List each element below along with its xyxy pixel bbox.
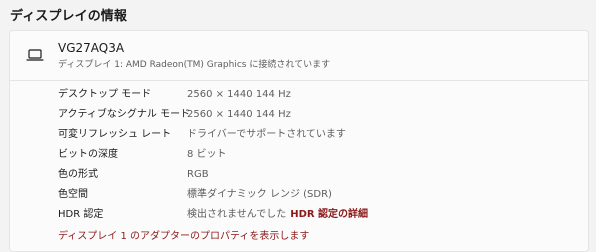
row-label: アクティブなシグナル モード xyxy=(58,109,191,120)
adapter-properties-link[interactable]: ディスプレイ 1 のアダプターのプロパティを表示します xyxy=(58,227,309,242)
monitor-header: VG27AQ3A ディスプレイ 1: AMD Radeon(TM) Graphi… xyxy=(10,31,588,81)
row-color-space: 色空間 標準ダイナミック レンジ (SDR) xyxy=(10,185,588,205)
hdr-status-text: 検出されませんでした xyxy=(187,209,287,220)
row-bit-depth: ビットの深度 8 ビット xyxy=(10,145,588,165)
row-value: ドライバーでサポートされています xyxy=(187,129,346,140)
hdr-details-link[interactable]: HDR 認定の詳細 xyxy=(290,209,368,220)
row-label: HDR 認定 xyxy=(58,209,104,220)
row-active-signal-mode: アクティブなシグナル モード 2560 × 1440 144 Hz xyxy=(10,105,588,125)
row-value: 検出されませんでした HDR 認定の詳細 xyxy=(187,205,368,225)
row-label: デスクトップ モード xyxy=(58,89,152,100)
row-value: 8 ビット xyxy=(187,149,227,160)
row-label: 色空間 xyxy=(58,189,88,200)
monitor-name: VG27AQ3A xyxy=(58,41,125,55)
row-variable-refresh-rate: 可変リフレッシュ レート ドライバーでサポートされています xyxy=(10,125,588,145)
row-color-format: 色の形式 RGB xyxy=(10,165,588,185)
row-value: 2560 × 1440 144 Hz xyxy=(187,109,291,120)
row-value: 標準ダイナミック レンジ (SDR) xyxy=(187,189,332,200)
display-properties: デスクトップ モード 2560 × 1440 144 Hz アクティブなシグナル… xyxy=(10,85,588,225)
row-label: 色の形式 xyxy=(58,169,98,180)
row-hdr-certification: HDR 認定 検出されませんでした HDR 認定の詳細 xyxy=(10,205,588,225)
row-value: 2560 × 1440 144 Hz xyxy=(187,89,291,100)
row-value: RGB xyxy=(187,169,209,180)
row-label: ビットの深度 xyxy=(58,149,118,160)
monitor-connection-text: ディスプレイ 1: AMD Radeon(TM) Graphics に接続されて… xyxy=(58,60,331,70)
row-label: 可変リフレッシュ レート xyxy=(58,129,172,140)
display-info-card: VG27AQ3A ディスプレイ 1: AMD Radeon(TM) Graphi… xyxy=(9,30,589,252)
laptop-icon xyxy=(26,49,44,61)
section-title: ディスプレイの情報 xyxy=(10,9,127,24)
row-desktop-mode: デスクトップ モード 2560 × 1440 144 Hz xyxy=(10,85,588,105)
